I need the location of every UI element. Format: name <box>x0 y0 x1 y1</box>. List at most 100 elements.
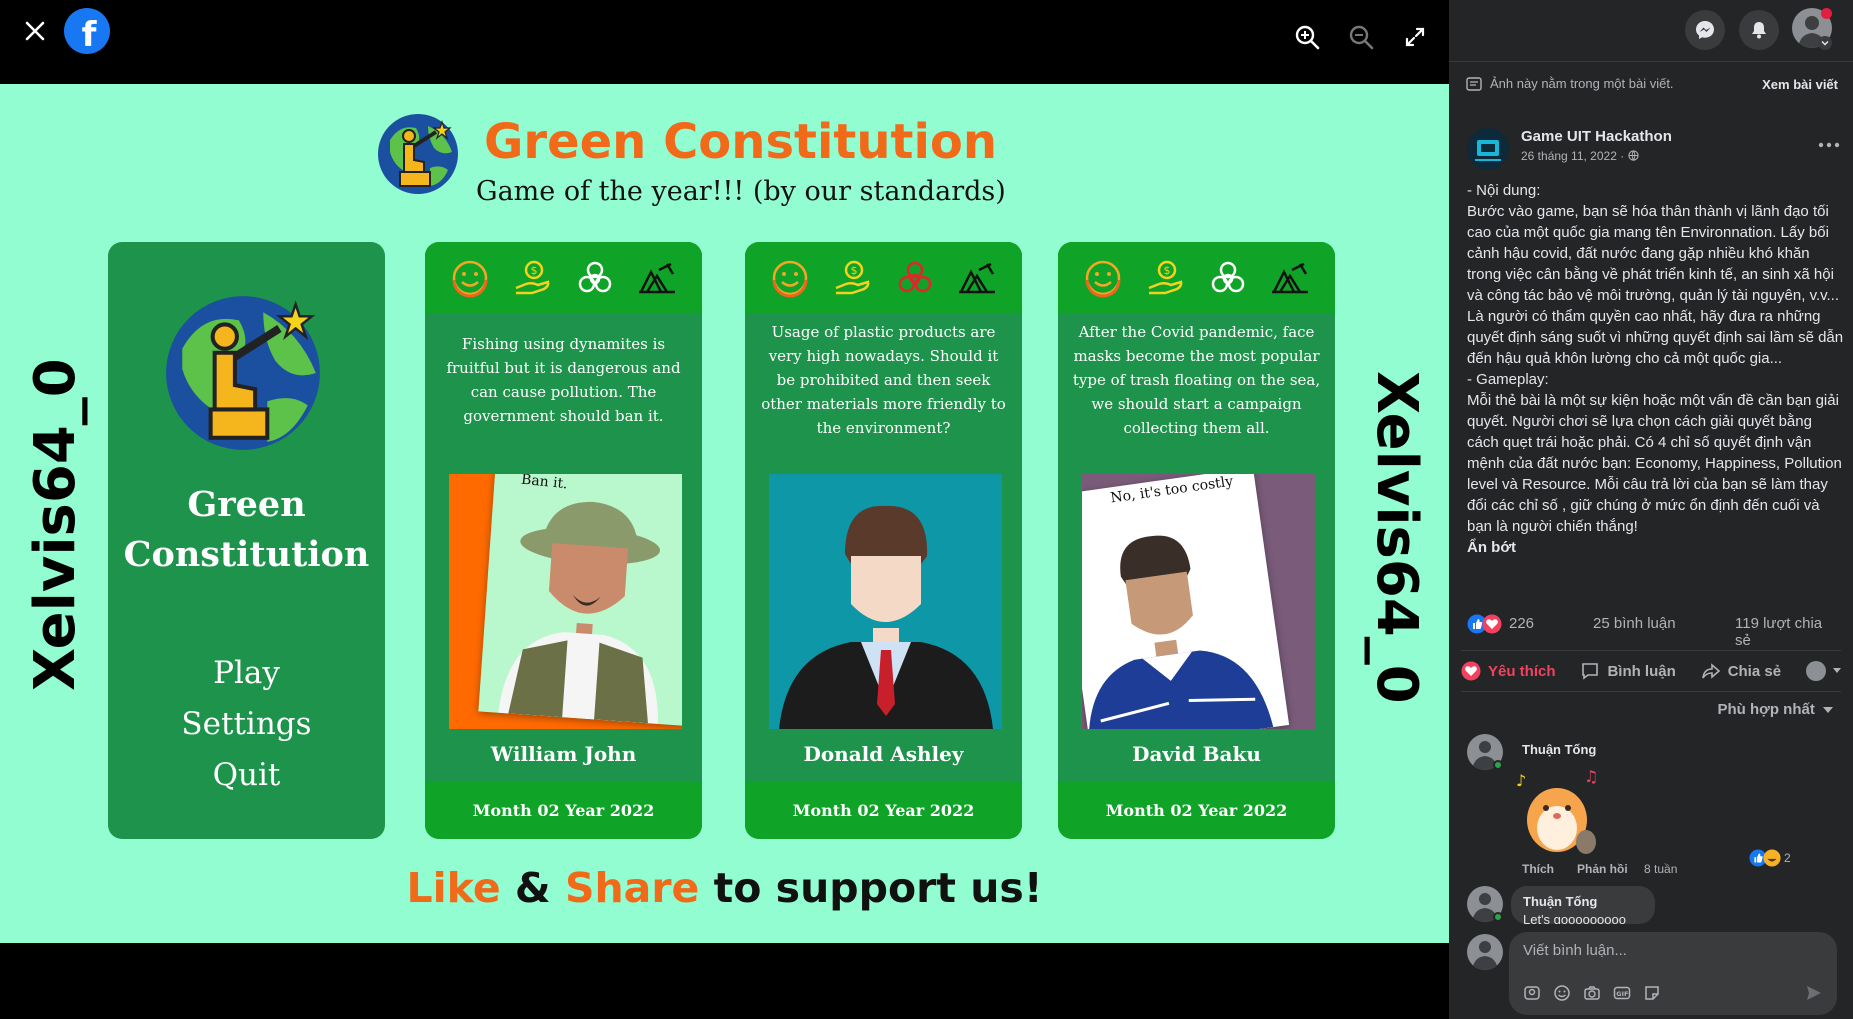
reaction-count[interactable]: 226 <box>1509 615 1534 632</box>
cta-rest: to support us! <box>699 864 1043 912</box>
composer-avatar <box>1467 934 1503 970</box>
page-logo-icon <box>1475 140 1501 161</box>
globe-icon <box>1627 150 1639 161</box>
character-worker <box>1088 535 1274 729</box>
resource-icon <box>958 262 995 294</box>
card-character-name: Donald Ashley <box>803 742 964 766</box>
post-date: 26 tháng 11, 2022 · <box>1521 149 1639 163</box>
fullscreen-button[interactable] <box>1400 22 1430 52</box>
card-artwork: Ban it. <box>449 474 682 729</box>
comment-icon <box>1582 663 1599 680</box>
bell-icon <box>1752 22 1766 39</box>
comment-like-link[interactable]: Thích <box>1522 862 1554 876</box>
card-character-name: William John <box>490 742 637 766</box>
menu-item-play: Play <box>213 655 280 691</box>
comment-composer[interactable]: Viết bình luận... GIF <box>1509 932 1837 1015</box>
cta-amp: & <box>500 864 565 912</box>
menu-title-line1: Green <box>187 484 306 525</box>
messenger-icon <box>1696 21 1714 39</box>
account-menu-button[interactable] <box>1818 36 1832 50</box>
comment-button[interactable]: Bình luận <box>1580 661 1676 681</box>
post-icon <box>1466 76 1482 91</box>
love-button[interactable]: Yêu thích <box>1461 661 1556 681</box>
menu-item-settings: Settings <box>181 706 312 742</box>
cta-share: Share <box>564 864 700 912</box>
pollution-icon <box>578 261 611 293</box>
comment-author[interactable]: Thuận Tống <box>1522 742 1596 757</box>
camera-icon[interactable] <box>1583 984 1601 1002</box>
menu-title-line2: Constitution <box>123 534 370 575</box>
gif-icon[interactable]: GIF <box>1613 984 1631 1002</box>
happiness-icon <box>772 260 808 298</box>
card-date: Month 02 Year 2022 <box>425 782 702 839</box>
close-button[interactable] <box>18 14 52 48</box>
online-dot <box>1493 912 1503 922</box>
send-icon[interactable] <box>1805 984 1823 1002</box>
see-post-link[interactable]: Xem bài viết <box>1762 77 1838 92</box>
economy-icon: $ <box>515 260 550 295</box>
see-less-link[interactable]: Ẩn bớt <box>1467 539 1516 556</box>
card-date: Month 02 Year 2022 <box>745 782 1022 839</box>
side-text-right: Xelvis64_0 <box>1364 371 1429 704</box>
love-reaction-icon[interactable] <box>1482 614 1502 634</box>
messenger-button[interactable] <box>1685 10 1725 50</box>
page-name[interactable]: Game UIT Hackathon <box>1521 128 1672 145</box>
post-options-button[interactable] <box>1817 138 1841 152</box>
avatar-sticker-icon[interactable] <box>1523 984 1541 1002</box>
comment-button-label: Bình luận <box>1607 662 1676 680</box>
zoom-out-button[interactable] <box>1346 22 1376 52</box>
svg-text:GIF: GIF <box>1616 990 1628 998</box>
card-character-name: David Baku <box>1132 742 1261 766</box>
comment-sort-label: Phù hợp nhất <box>1717 701 1815 718</box>
share-count[interactable]: 119 lượt chia sẻ <box>1735 615 1837 649</box>
game-menu-card: Green Constitution Play Settings Quit <box>108 242 385 839</box>
post-date-text: 26 tháng 11, 2022 · <box>1521 149 1628 163</box>
menu-item-quit: Quit <box>212 757 281 793</box>
globe-leader-icon <box>378 114 458 194</box>
comment-author[interactable]: Thuận Tống <box>1523 894 1597 909</box>
menu-game-title: Green Constitution <box>108 480 385 580</box>
comment-reactions[interactable]: 2 <box>1749 848 1791 868</box>
zoom-in-button[interactable] <box>1292 22 1322 52</box>
menu-list: Play Settings Quit <box>108 648 385 801</box>
share-button[interactable]: Chia sẻ <box>1701 661 1781 681</box>
comment-time[interactable]: 8 tuần <box>1644 862 1677 876</box>
share-icon <box>1701 663 1720 679</box>
resource-icon <box>1271 262 1308 294</box>
svg-text:♫: ♫ <box>1584 767 1598 786</box>
card-date: Month 02 Year 2022 <box>1058 782 1335 839</box>
comment-count[interactable]: 25 bình luận <box>1593 615 1676 632</box>
close-icon <box>25 21 45 41</box>
stat-icons: $ <box>745 242 1022 314</box>
page-avatar[interactable] <box>1467 128 1509 170</box>
heart-icon <box>1461 661 1481 681</box>
globe-leader-icon <box>166 296 320 450</box>
post-actions: Yêu thích Bình luận Chia sẻ <box>1461 650 1841 692</box>
emoji-icon[interactable] <box>1553 984 1571 1002</box>
reaction-summary: 226 25 bình luận 119 lượt chia sẻ <box>1467 614 1837 649</box>
svg-text:♪: ♪ <box>1516 771 1526 790</box>
react-as-selector[interactable] <box>1805 661 1841 681</box>
comment-reply-link[interactable]: Phản hồi <box>1577 862 1628 876</box>
card-question: After the Covid pandemic, face masks bec… <box>1072 323 1321 437</box>
swipe-choice-card <box>478 474 682 727</box>
poster-image: Green Constitution Game of the year!!! (… <box>0 84 1449 943</box>
zoom-out-icon <box>1349 25 1374 50</box>
facebook-logo[interactable]: f <box>64 8 110 55</box>
pollution-icon <box>1211 261 1244 293</box>
poster-subtitle: Game of the year!!! (by our standards) <box>476 176 1006 207</box>
economy-icon: $ <box>835 260 870 295</box>
svg-text:$: $ <box>851 264 858 277</box>
fullscreen-icon <box>1405 27 1425 47</box>
comment-sort-dropdown[interactable]: Phù hợp nhất <box>1717 701 1833 718</box>
character-fisherman <box>498 501 661 724</box>
side-text-left: Xelvis64_0 <box>23 358 88 691</box>
post-side-panel: Ảnh này nằm trong một bài viết. Xem bài … <box>1449 0 1853 1019</box>
notifications-button[interactable] <box>1739 10 1779 50</box>
sticker-icon[interactable] <box>1643 984 1661 1002</box>
comment-bubble: Thuận Tống Let's gooooooooo <box>1511 886 1655 924</box>
caret-down-icon <box>1823 707 1833 713</box>
comment-input[interactable]: Viết bình luận... <box>1523 942 1627 959</box>
comment-reaction-count: 2 <box>1784 851 1791 865</box>
swipe-choice-card <box>1082 474 1290 729</box>
